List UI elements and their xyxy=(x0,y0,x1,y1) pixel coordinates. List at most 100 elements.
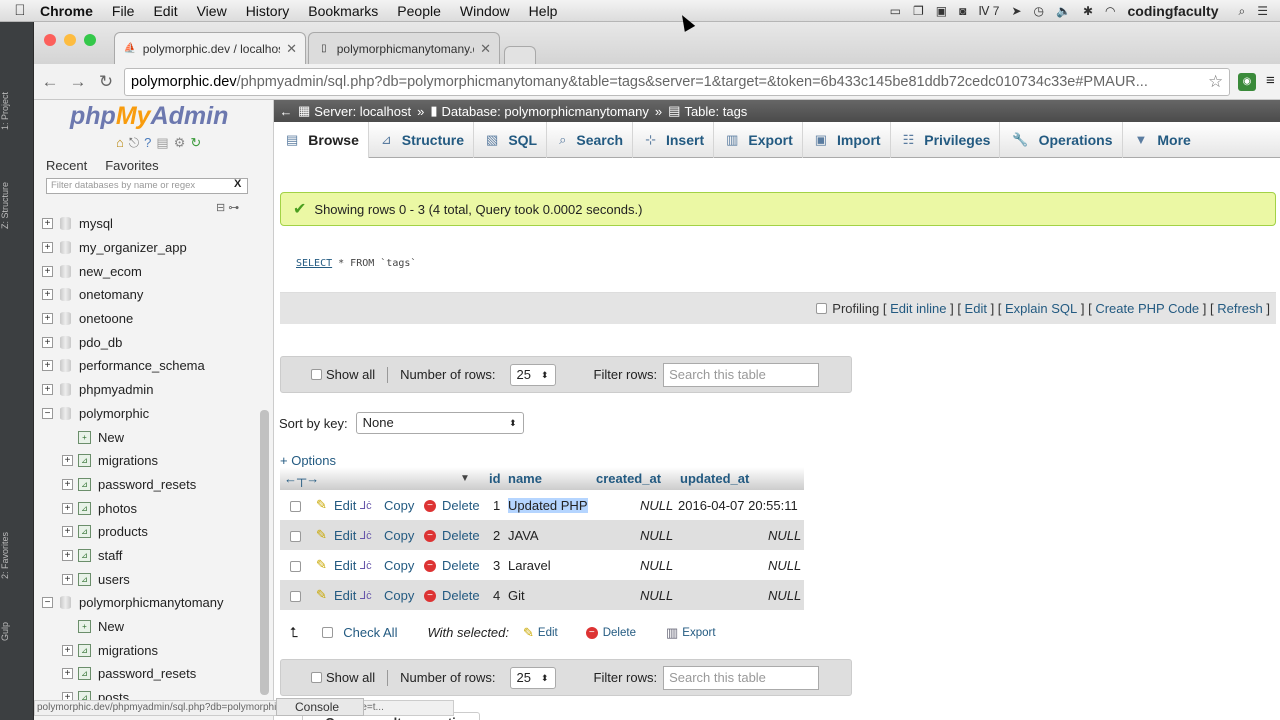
browser-tab-active[interactable]: ⛵ polymorphic.dev / localhost ✕ xyxy=(114,32,306,64)
tree-item[interactable]: + mysql xyxy=(34,212,260,236)
tree-item[interactable]: + onetomany xyxy=(34,283,260,307)
expand-icon[interactable]: + xyxy=(42,289,53,301)
rows-per-page-select[interactable]: 25 ⬍ xyxy=(509,666,556,689)
close-tab-icon[interactable]: ✕ xyxy=(480,41,491,57)
settings-icon[interactable]: ⚙ xyxy=(174,135,186,151)
home-icon[interactable]: ⌂ xyxy=(116,135,124,151)
tree-item[interactable]: + ⊿ password_resets xyxy=(34,473,260,497)
breadcrumb-table[interactable]: Table: tags xyxy=(684,104,747,119)
filter-rows-input[interactable]: Search this table xyxy=(663,665,820,690)
tab-more[interactable]: ▼ More xyxy=(1123,122,1200,158)
tree-item[interactable]: + onetoone xyxy=(34,307,260,331)
show-all-checkbox[interactable] xyxy=(311,369,322,380)
camera-icon[interactable]: ◙ xyxy=(959,4,966,18)
expand-icon[interactable]: + xyxy=(62,549,73,561)
tree-item[interactable]: − polymorphic xyxy=(34,402,260,426)
clear-filter-button[interactable]: X xyxy=(234,178,241,190)
tree-item[interactable]: + New xyxy=(34,615,260,639)
tab-export[interactable]: ▥ Export xyxy=(714,121,803,158)
expand-icon[interactable]: + xyxy=(42,336,53,348)
sort-key-select[interactable]: None ⬍ xyxy=(355,412,524,434)
menu-app-name[interactable]: Chrome xyxy=(40,3,93,19)
expand-icon[interactable]: + xyxy=(62,502,73,514)
tab-insert[interactable]: ⊹ Insert xyxy=(633,121,715,158)
browser-tab[interactable]: ▯ polymorphicmanytomany.dev ✕ xyxy=(308,32,500,64)
timemachine-icon[interactable]: ◷ xyxy=(1034,4,1044,18)
tree-item[interactable]: + ⊿ migrations xyxy=(34,449,260,473)
reload-nav-icon[interactable]: ↻ xyxy=(190,135,201,151)
check-all-checkbox[interactable] xyxy=(322,627,334,638)
tree-item[interactable]: + my_organizer_app xyxy=(34,236,260,260)
location-icon[interactable]: ➤ xyxy=(1011,4,1021,18)
ide-project-tab[interactable]: 1: Project xyxy=(0,92,12,130)
collapse-nav-icon[interactable]: ← xyxy=(274,104,298,119)
options-link[interactable]: + Options xyxy=(280,453,336,468)
recent-tab[interactable]: Recent xyxy=(42,157,91,174)
collapse-icon[interactable]: − xyxy=(42,407,53,419)
row-checkbox[interactable] xyxy=(290,558,301,573)
edit-button[interactable]: Edit xyxy=(334,558,356,573)
expand-icon[interactable]: + xyxy=(42,242,53,254)
bulk-export-button[interactable]: Export xyxy=(682,627,715,639)
tree-item[interactable]: + ⊿ staff xyxy=(34,544,260,568)
tray-counter[interactable]: Ⅳ 7 xyxy=(978,4,999,18)
collapse-icon[interactable]: − xyxy=(42,597,53,609)
delete-button[interactable]: Delete xyxy=(442,558,480,573)
expand-icon[interactable]: + xyxy=(62,455,73,467)
expand-icon[interactable]: + xyxy=(42,313,53,325)
back-icon[interactable]: ← xyxy=(36,72,64,92)
copy-button[interactable]: Copy xyxy=(384,558,414,573)
tree-item[interactable]: + ⊿ migrations xyxy=(34,638,260,662)
reload-icon[interactable]: ↻ xyxy=(92,72,120,92)
menu-history[interactable]: History xyxy=(246,3,290,19)
expand-icon[interactable]: + xyxy=(62,526,73,538)
profiling-checkbox[interactable] xyxy=(816,303,828,314)
row-checkbox[interactable] xyxy=(290,498,301,513)
spotlight-icon[interactable]: ⌕ xyxy=(1239,4,1246,19)
refresh-link[interactable]: Refresh xyxy=(1217,301,1263,316)
column-header-created-at[interactable]: created_at xyxy=(596,471,661,486)
bulk-delete-button[interactable]: Delete xyxy=(603,627,636,639)
tree-item[interactable]: + phpmyadmin xyxy=(34,378,260,402)
show-all-checkbox[interactable] xyxy=(311,672,322,683)
breadcrumb-server[interactable]: Server: localhost xyxy=(314,104,411,119)
sql-keyword[interactable]: SELECT xyxy=(296,258,332,269)
menu-bookmarks[interactable]: Bookmarks xyxy=(308,3,378,19)
bulk-edit-button[interactable]: Edit xyxy=(538,627,558,639)
column-arrows-icon[interactable]: ←┬→ xyxy=(284,471,319,486)
tree-item[interactable]: + ⊿ users xyxy=(34,567,260,591)
sort-dropdown-icon[interactable]: ▼ xyxy=(460,473,470,484)
tab-search[interactable]: ⌕ Search xyxy=(547,121,634,158)
wifi-icon[interactable]: ◠ xyxy=(1105,4,1115,18)
copy-button[interactable]: Copy xyxy=(384,588,414,603)
edit-query-link[interactable]: Edit xyxy=(965,301,987,316)
tab-privileges[interactable]: ☷ Privileges xyxy=(891,121,1001,158)
expand-icon[interactable]: + xyxy=(62,478,73,490)
tree-item[interactable]: + pdo_db xyxy=(34,330,260,354)
expand-icon[interactable]: + xyxy=(42,360,53,372)
menu-help[interactable]: Help xyxy=(529,3,558,19)
logout-icon[interactable]: ⎋ xyxy=(129,135,139,151)
maximize-window-button[interactable] xyxy=(84,34,96,46)
copy-button[interactable]: Copy xyxy=(384,528,414,543)
extension-icon[interactable]: ◉ xyxy=(1238,73,1256,91)
forward-icon[interactable]: → xyxy=(64,72,92,92)
rows-per-page-select[interactable]: 25 ⬍ xyxy=(509,363,556,386)
tree-item[interactable]: − polymorphicmanytomany xyxy=(34,591,260,615)
bookmark-star-icon[interactable]: ☆ xyxy=(1208,72,1223,92)
display-icon[interactable]: ▭ xyxy=(890,4,901,18)
chrome-menu-icon[interactable]: ≡ xyxy=(1266,72,1275,89)
phpmyadmin-logo[interactable]: phpMyAdmin xyxy=(70,102,228,131)
edit-button[interactable]: Edit xyxy=(334,528,356,543)
volume-icon[interactable]: 🔈 xyxy=(1056,4,1071,18)
expand-icon[interactable]: + xyxy=(62,668,73,680)
window-icon[interactable]: ❐ xyxy=(913,4,924,18)
tab-operations[interactable]: 🔧 Operations xyxy=(1000,121,1123,158)
tab-import[interactable]: ▣ Import xyxy=(803,121,891,158)
help-icon[interactable]: ? xyxy=(144,135,151,151)
database-filter-input[interactable]: Filter databases by name or regex xyxy=(46,178,248,194)
expand-icon[interactable]: + xyxy=(42,384,53,396)
expand-icon[interactable]: + xyxy=(62,644,73,656)
row-checkbox[interactable] xyxy=(290,528,301,543)
filter-rows-input[interactable]: Search this table xyxy=(663,362,820,387)
